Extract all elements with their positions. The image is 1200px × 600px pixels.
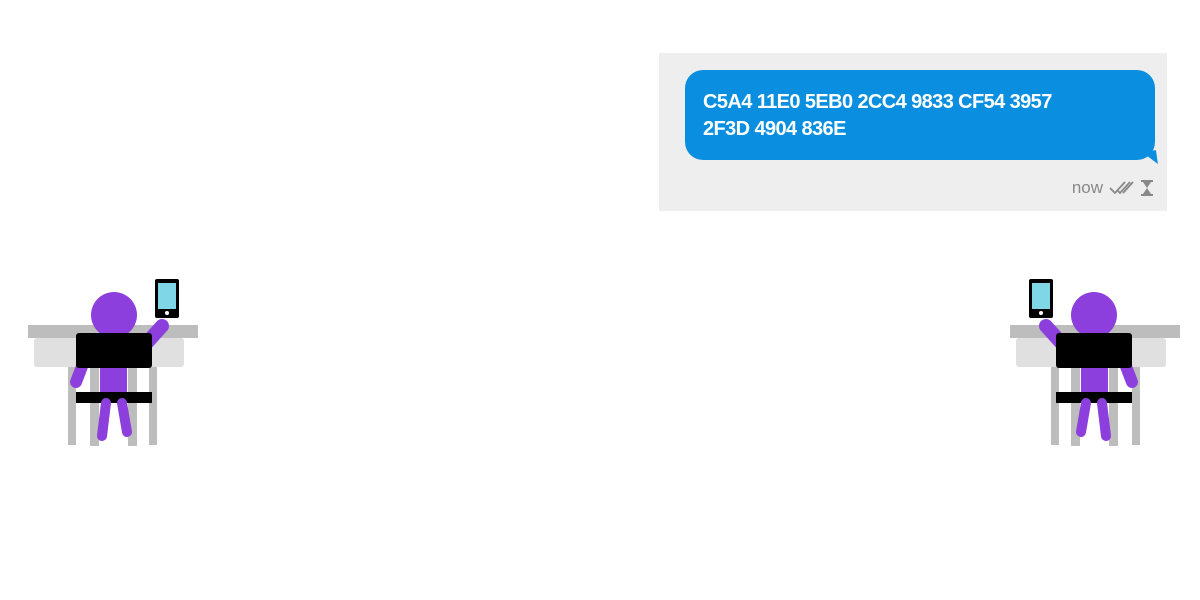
- message-line-1: C5A4 11E0 5EB0 2CC4 9833 CF54 3957: [703, 91, 1052, 113]
- double-check-icon: [1109, 180, 1135, 196]
- hourglass-icon: [1141, 180, 1153, 196]
- person-right: [1010, 278, 1180, 448]
- person-at-desk-with-phone-icon: [1010, 279, 1180, 446]
- bubble-tail: [1142, 150, 1158, 166]
- message-timestamp: now: [1071, 178, 1103, 197]
- message-meta: now: [1072, 178, 1153, 198]
- message-line-2: 2F3D 4904 836E: [703, 118, 846, 140]
- message-bubble[interactable]: C5A4 11E0 5EB0 2CC4 9833 CF54 3957 2F3D …: [685, 70, 1158, 166]
- person-at-desk-with-phone-icon: [28, 279, 198, 446]
- person-left: [28, 278, 198, 448]
- chat-panel: C5A4 11E0 5EB0 2CC4 9833 CF54 3957 2F3D …: [659, 53, 1167, 211]
